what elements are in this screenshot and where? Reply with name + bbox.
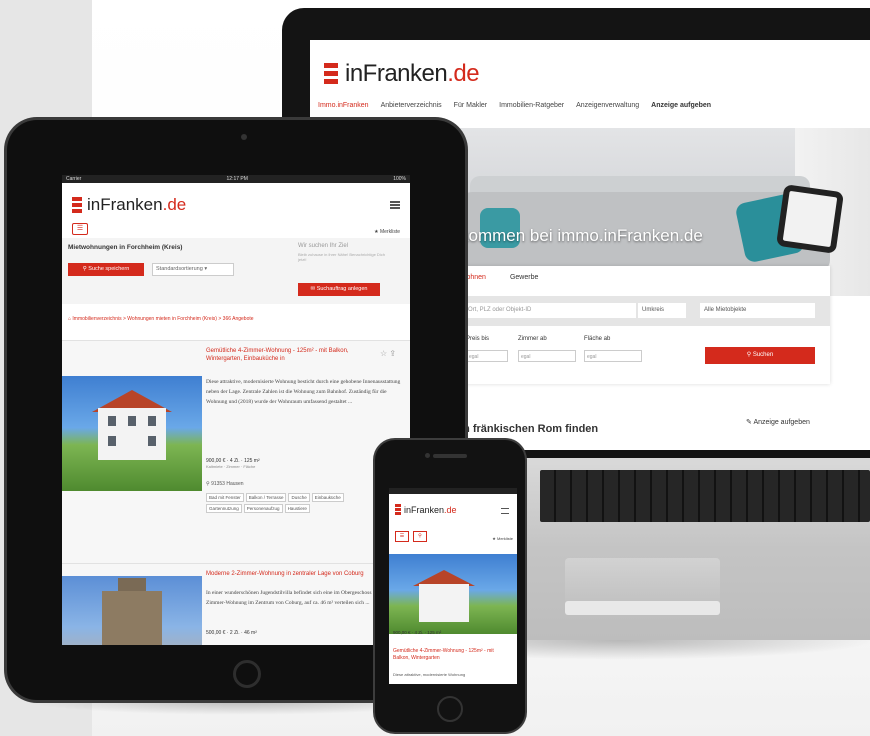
- flag-icon: [395, 504, 401, 515]
- radius-select[interactable]: Umkreis: [638, 303, 686, 318]
- chevron-down-icon: ▾: [204, 266, 208, 272]
- search-row: Ort, PLZ oder Objekt-ID Umkreis Alle Mie…: [460, 296, 830, 326]
- hero-text: kommen bei immo.inFranken.de: [460, 226, 703, 245]
- save-search-button[interactable]: ⚲ Suche speichern: [68, 263, 144, 276]
- area-select[interactable]: egal: [584, 350, 642, 362]
- search-tabs: Wohnen Gewerbe: [460, 274, 538, 281]
- phone-screen: inFranken.de ☰ ⚲ ★ Merkliste 900,00 € · …: [389, 488, 517, 684]
- tag: Balkon / Terrasse: [245, 493, 287, 502]
- listing-title[interactable]: Gemütliche 4-Zimmer-Wohnung - 125m² - mi…: [206, 347, 366, 363]
- listing-price: 900,00 € · 4 Zi. · 125 m² Kaltmiete · Zi…: [206, 458, 260, 469]
- watchlist-link[interactable]: ★ Merkliste: [492, 536, 513, 541]
- tag: Personenaufzug: [243, 504, 283, 513]
- flag-icon: [72, 196, 82, 214]
- tablet-logo[interactable]: inFranken.de: [72, 195, 186, 215]
- tablet-screen: Carrier 12:17 PM 100% inFranken.de ☰ ★ M…: [62, 175, 410, 645]
- nav-anzeigenverwaltung[interactable]: Anzeigenverwaltung: [576, 102, 639, 118]
- tablet-camera: [241, 134, 247, 140]
- listing-description: Diese attraktive, modernisierte Wohnung: [393, 672, 466, 677]
- status-carrier: Carrier: [66, 176, 82, 182]
- status-bar: Carrier 12:17 PM 100%: [62, 175, 410, 183]
- tag: Einbauküche: [311, 493, 344, 502]
- status-time: 12:17 PM: [226, 176, 248, 182]
- nav-anbieter[interactable]: Anbieterverzeichnis: [381, 102, 442, 118]
- tablet-home-button: [233, 660, 261, 688]
- pillow: [775, 184, 845, 254]
- listing-price: 500,00 € · 2 Zi. · 46 m²: [206, 630, 257, 636]
- phone-speaker: [433, 454, 467, 458]
- listing-card[interactable]: Gemütliche 4-Zimmer-Wohnung - 125m² - mi…: [62, 340, 410, 563]
- search-panel: Wohnen Gewerbe Ort, PLZ oder Objekt-ID U…: [460, 266, 830, 384]
- list-view-icon[interactable]: ☰: [395, 531, 409, 542]
- tag: Dusche: [288, 493, 310, 502]
- result-title: Mietwohnungen in Forchheim (Kreis): [68, 244, 183, 251]
- status-battery: 100%: [393, 176, 406, 182]
- filter-label-price: Preis bis: [466, 336, 490, 342]
- listing-tags: Bad mit Fenster Balkon / Terrasse Dusche…: [206, 493, 356, 513]
- nav-makler[interactable]: Für Makler: [454, 102, 487, 118]
- phone-logo[interactable]: inFranken.de: [395, 504, 457, 515]
- nav-home[interactable]: Immo.inFranken: [318, 102, 369, 118]
- status-bar: [389, 488, 517, 494]
- phone-camera: [425, 453, 430, 458]
- laptop-logo[interactable]: inFranken.de: [324, 60, 480, 88]
- search-icon[interactable]: ⚲: [413, 531, 427, 542]
- listing-location: ⚲ 91353 Hausen: [206, 481, 244, 487]
- laptop-nav: Immo.inFranken Anbieterverzeichnis Für M…: [310, 102, 870, 118]
- building: [102, 591, 162, 645]
- filter-label-area: Fläche ab: [584, 336, 611, 342]
- logo-text: inFranken.de: [404, 504, 457, 515]
- laptop-trackpad-light: [565, 601, 720, 615]
- listing-title[interactable]: Gemütliche 4-Zimmer-Wohnung - 125m² - mi…: [393, 648, 511, 662]
- logo-text: inFranken.de: [87, 195, 187, 214]
- listing-photo[interactable]: [62, 376, 202, 491]
- tag: Gartennutzung: [206, 504, 242, 513]
- logo-text: inFranken.de: [345, 60, 480, 87]
- nav-ratgeber[interactable]: Immobilien-Ratgeber: [499, 102, 564, 118]
- post-ad-link[interactable]: ✎ Anzeige aufgeben: [746, 418, 810, 426]
- hamburger-icon[interactable]: [501, 508, 509, 514]
- list-view-icon[interactable]: ☰: [72, 223, 88, 235]
- hamburger-icon[interactable]: [390, 201, 400, 209]
- tablet-header: inFranken.de ☰ ★ Merkliste: [62, 183, 410, 238]
- rooms-select[interactable]: egal: [518, 350, 576, 362]
- filter-label-rooms: Zimmer ab: [518, 336, 547, 342]
- nav-anzeige-aufgeben[interactable]: Anzeige aufgeben: [651, 102, 711, 118]
- laptop-keyboard: [540, 470, 870, 522]
- house: [419, 584, 469, 622]
- search-order-button[interactable]: ✉ Suchauftrag anlegen: [298, 283, 380, 296]
- category-select[interactable]: Alle Mietobjekte: [700, 303, 815, 318]
- listing-price: 900,00 € · 4 Zi. · 125 m²: [393, 630, 442, 635]
- listing-card[interactable]: Moderne 2-Zimmer-Wohnung in zentraler La…: [62, 563, 410, 645]
- tag: Haustiere: [284, 504, 310, 513]
- price-select[interactable]: egal: [466, 350, 508, 362]
- tag: Bad mit Fenster: [206, 493, 244, 502]
- listing-photo[interactable]: [62, 576, 202, 645]
- breadcrumb: ⌂ Immobilienverzeichnis > Wohnungen miet…: [68, 316, 254, 322]
- phone-home-button: [437, 696, 463, 722]
- location-input[interactable]: Ort, PLZ oder Objekt-ID: [466, 303, 636, 318]
- star-icon[interactable]: ☆: [380, 349, 387, 358]
- listing-title[interactable]: Moderne 2-Zimmer-Wohnung in zentraler La…: [206, 570, 381, 578]
- listing-actions: ☆ ⇪: [380, 349, 396, 358]
- listing-photo[interactable]: [389, 554, 517, 634]
- house: [98, 408, 166, 460]
- listing-description: Diese attraktive, modernisierte Wohnung …: [206, 379, 401, 405]
- wanted-subtitle: Bleib zuhause in ihrer Nähe! Benachricht…: [298, 252, 385, 262]
- section-heading: m fränkischen Rom finden: [460, 423, 599, 435]
- sort-select[interactable]: Standardsortierung ▾: [152, 263, 234, 276]
- wanted-title: Wir suchen Ihr Ziel: [298, 243, 349, 249]
- tab-gewerbe[interactable]: Gewerbe: [510, 274, 538, 281]
- share-icon[interactable]: ⇪: [389, 349, 396, 358]
- flag-icon: [324, 63, 338, 85]
- search-summary: Mietwohnungen in Forchheim (Kreis) ⚲ Suc…: [62, 238, 410, 304]
- search-button[interactable]: ⚲ Suchen: [705, 347, 815, 364]
- watchlist-link[interactable]: ★ Merkliste: [374, 229, 400, 235]
